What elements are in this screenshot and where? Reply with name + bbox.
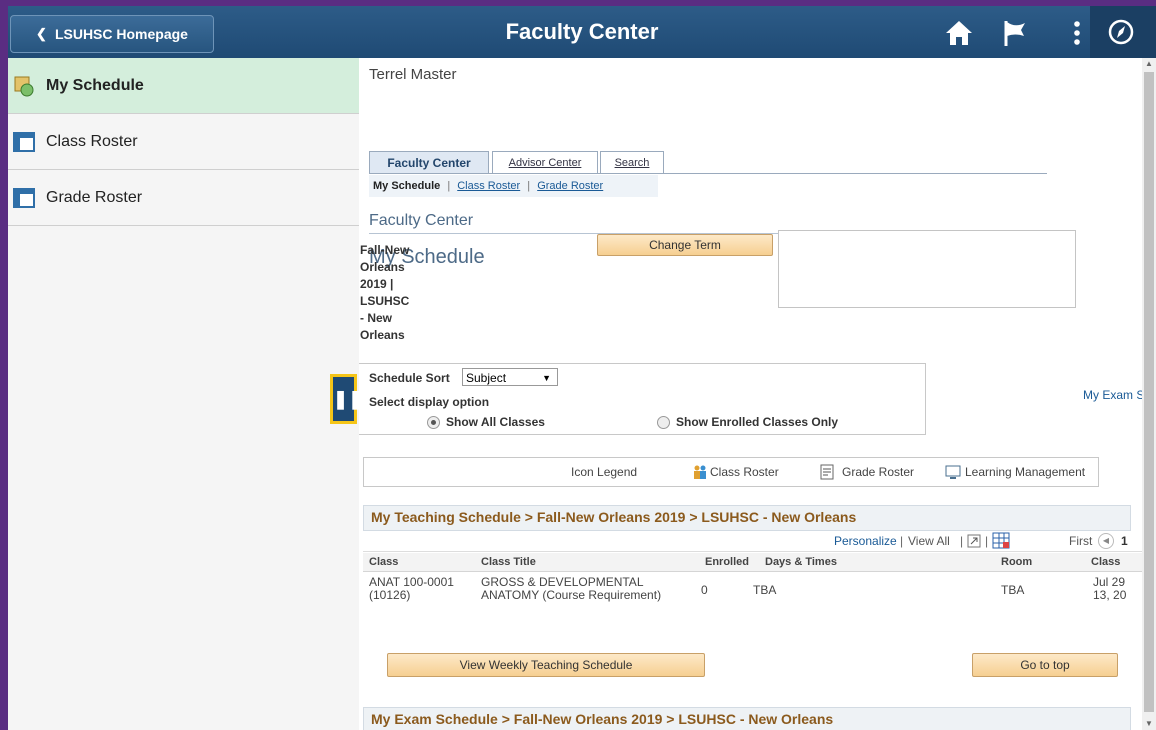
sidebar-item-class-roster[interactable]: Class Roster <box>8 114 359 170</box>
column-header-enrolled: Enrolled <box>705 556 750 568</box>
list-page-icon <box>13 187 35 208</box>
separator: | <box>960 534 964 548</box>
view-all-link[interactable]: View All <box>908 534 950 548</box>
display-option-label: Select display option <box>369 395 490 409</box>
tab-faculty-center[interactable]: Faculty Center <box>369 151 489 174</box>
schedule-sort-value: Subject <box>466 371 507 385</box>
column-header-class-dates: Class <box>1091 556 1121 568</box>
first-page-label: First <box>1069 534 1093 548</box>
grid-navigation-bar: Personalize | View All | | First ◀ 1 <box>363 531 1142 552</box>
radio-selected-icon <box>427 416 440 430</box>
tab-advisor-center[interactable]: Advisor Center <box>492 151 598 174</box>
change-term-button[interactable]: Change Term <box>597 234 773 256</box>
term-name-line: Fall-New <box>360 243 410 257</box>
class-number: (10126) <box>369 588 411 602</box>
page-number: 1 <box>1121 534 1128 548</box>
schedule-icon <box>14 76 34 96</box>
my-exam-schedule-link[interactable]: My Exam S <box>1083 388 1142 402</box>
class-section-link[interactable]: ANAT 100-0001 (10126) <box>369 576 454 602</box>
sidebar: My Schedule Class Roster Grade Roster <box>8 58 360 730</box>
scroll-up-icon[interactable]: ▲ <box>1142 58 1156 70</box>
separator: | <box>985 534 989 548</box>
more-options-icon[interactable] <box>1060 16 1094 50</box>
column-header-class: Class <box>369 556 399 568</box>
section-title: Faculty Center <box>369 212 474 229</box>
class-title-line: ANATOMY (Course Requirement) <box>481 588 662 602</box>
compass-icon[interactable] <box>1106 17 1136 47</box>
top-banner: ❮ LSUHSC Homepage Faculty Center <box>8 6 1156 59</box>
legend-grade-roster-label: Grade Roster <box>842 465 915 479</box>
table-header-row: Class Class Title Enrolled Days & Times … <box>363 553 1142 572</box>
subnav-separator: | <box>527 180 531 192</box>
learning-management-legend-icon <box>945 465 961 479</box>
sidebar-item-label: My Schedule <box>46 76 144 94</box>
radio-show-enrolled-label: Show Enrolled Classes Only <box>676 415 839 429</box>
subnav-class-roster-link[interactable]: Class Roster <box>457 180 520 192</box>
collapse-sidebar-button[interactable]: ❚❚ <box>330 374 363 424</box>
enrolled-count: 0 <box>701 583 708 597</box>
term-name: Fall-New Orleans 2019 | LSUHSC - New Orleans <box>360 242 409 344</box>
chevron-left-icon: ❮ <box>36 26 47 41</box>
scrollbar-thumb[interactable] <box>1144 72 1154 712</box>
flag-icon[interactable] <box>998 16 1032 50</box>
message-box <box>778 230 1076 308</box>
schedule-sort-label: Schedule Sort <box>369 371 450 385</box>
class-title: GROSS & DEVELOPMENTAL ANATOMY (Course Re… <box>481 576 661 602</box>
exam-schedule-title: My Exam Schedule > Fall-New Orleans 2019… <box>371 711 834 727</box>
tab-divider <box>369 173 1047 174</box>
class-roster-legend-icon <box>694 465 706 479</box>
zoom-icon[interactable] <box>967 534 981 548</box>
main-content: Terrel Master Faculty Center Advisor Cen… <box>359 58 1142 730</box>
navbar-button[interactable] <box>1090 6 1156 58</box>
sidebar-item-grade-roster[interactable]: Grade Roster <box>8 170 359 226</box>
radio-show-all-label: Show All Classes <box>446 415 545 429</box>
room: TBA <box>1001 583 1025 597</box>
sub-navigation: My Schedule | Class Roster | Grade Roste… <box>369 175 658 197</box>
radio-show-enrolled-classes[interactable]: Show Enrolled Classes Only <box>657 415 839 430</box>
term-name-line: Orleans <box>360 328 405 342</box>
user-name: Terrel Master <box>369 66 457 83</box>
column-header-days-times: Days & Times <box>765 556 837 568</box>
teaching-schedule-title: My Teaching Schedule > Fall-New Orleans … <box>371 509 857 525</box>
homepage-back-button[interactable]: ❮ LSUHSC Homepage <box>10 15 214 53</box>
sidebar-item-label: Class Roster <box>46 132 138 150</box>
dropdown-arrow-icon: ▼ <box>542 373 551 383</box>
days-times: TBA <box>753 583 777 597</box>
legend-learning-label: Learning Management <box>965 465 1086 479</box>
personalize-link[interactable]: Personalize <box>834 534 897 548</box>
term-name-line: 2019 | <box>360 277 394 291</box>
term-name-line: - New <box>360 311 393 325</box>
radio-unselected-icon <box>657 416 670 430</box>
list-page-icon <box>13 131 35 152</box>
icon-legend: Icon Legend Class Roster Grade Roster Le… <box>363 457 1099 487</box>
class-dates-line: 13, 20 <box>1093 588 1127 602</box>
term-name-line: LSUHSC <box>360 294 410 308</box>
sidebar-item-my-schedule[interactable]: My Schedule <box>8 58 359 114</box>
table-row: ANAT 100-0001 (10126) GROSS & DEVELOPMEN… <box>363 572 1142 606</box>
legend-class-roster-label: Class Roster <box>710 465 779 479</box>
column-header-class-title: Class Title <box>481 556 536 568</box>
column-header-room: Room <box>1001 556 1033 568</box>
radio-show-all-classes[interactable]: Show All Classes <box>427 415 545 430</box>
separator: | <box>900 534 904 548</box>
tab-search[interactable]: Search <box>600 151 664 174</box>
download-spreadsheet-icon[interactable] <box>992 532 1010 549</box>
back-button-label: LSUHSC Homepage <box>54 26 188 42</box>
home-icon[interactable] <box>942 16 976 50</box>
scroll-down-icon[interactable]: ▼ <box>1142 718 1156 730</box>
subnav-current: My Schedule <box>373 180 441 192</box>
schedule-sort-select[interactable]: Subject ▼ <box>462 368 558 386</box>
vertical-scrollbar[interactable]: ▲ ▼ <box>1142 58 1156 730</box>
term-name-line: Orleans <box>360 260 405 274</box>
previous-page-icon[interactable]: ◀ <box>1098 533 1114 549</box>
sidebar-item-label: Grade Roster <box>46 188 143 206</box>
subnav-separator: | <box>447 180 451 192</box>
view-weekly-teaching-schedule-button[interactable]: View Weekly Teaching Schedule <box>387 653 705 677</box>
grade-roster-legend-icon <box>820 464 834 480</box>
icon-legend-title: Icon Legend <box>571 465 638 479</box>
go-to-top-button[interactable]: Go to top <box>972 653 1118 677</box>
class-dates: Jul 29 13, 20 <box>1093 576 1126 602</box>
subnav-grade-roster-link[interactable]: Grade Roster <box>537 180 603 192</box>
